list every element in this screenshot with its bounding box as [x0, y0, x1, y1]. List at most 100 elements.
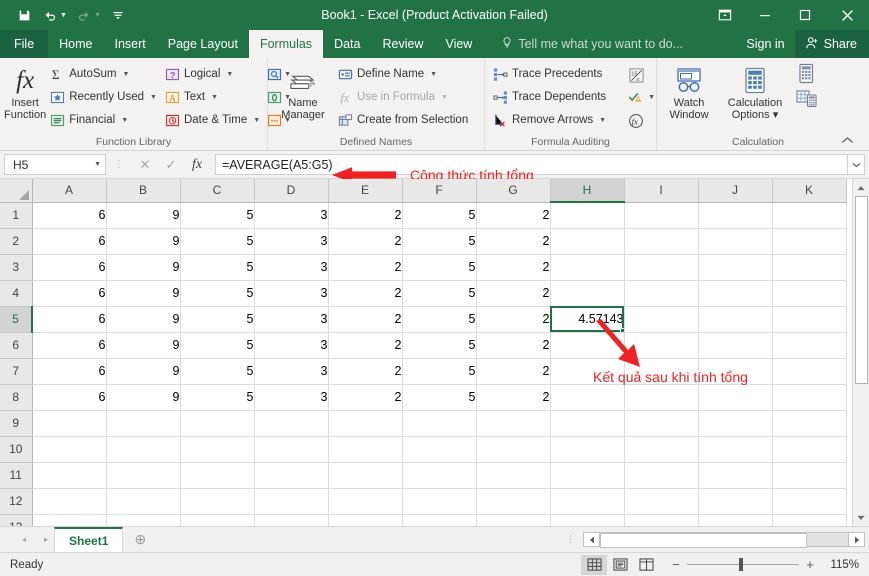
zoom-control[interactable]: − +	[659, 557, 821, 572]
cell-D11[interactable]	[254, 462, 329, 489]
cell-H1[interactable]	[550, 202, 625, 229]
cell-K2[interactable]	[772, 228, 847, 255]
column-header-G[interactable]: G	[476, 179, 551, 203]
logical-caret[interactable]: ▼	[226, 71, 233, 78]
cell-I9[interactable]	[624, 410, 699, 437]
customize-quick-access-icon[interactable]	[106, 4, 130, 26]
define-name-button[interactable]: Define Name ▼	[334, 63, 472, 85]
column-header-I[interactable]: I	[624, 179, 699, 203]
page-break-preview-button[interactable]	[633, 555, 659, 575]
column-header-E[interactable]: E	[328, 179, 403, 203]
calculate-sheet-button[interactable]	[793, 89, 821, 111]
cell-H13[interactable]	[550, 514, 625, 526]
vertical-scroll-thumb[interactable]	[854, 196, 868, 384]
cell-K5[interactable]	[772, 306, 847, 333]
cell-K4[interactable]	[772, 280, 847, 307]
cell-C6[interactable]: 5	[180, 332, 255, 359]
cell-C1[interactable]: 5	[180, 202, 255, 229]
cell-K8[interactable]	[772, 384, 847, 411]
cell-C4[interactable]: 5	[180, 280, 255, 307]
redo-icon[interactable]	[72, 4, 96, 26]
horizontal-scrollbar[interactable]	[583, 527, 869, 552]
cell-H2[interactable]	[550, 228, 625, 255]
ribbon-display-options-icon[interactable]	[705, 0, 745, 30]
date-time-button[interactable]: Date & Time ▼	[161, 109, 264, 131]
trace-precedents-button[interactable]: Trace Precedents	[489, 63, 623, 85]
cell-J1[interactable]	[698, 202, 773, 229]
scroll-right-icon[interactable]	[848, 532, 865, 547]
cell-A1[interactable]: 6	[32, 202, 107, 229]
undo-icon[interactable]	[38, 4, 62, 26]
cell-B3[interactable]: 9	[106, 254, 181, 281]
cell-E5[interactable]: 2	[328, 306, 403, 333]
cell-D12[interactable]	[254, 488, 329, 515]
cell-J10[interactable]	[698, 436, 773, 463]
create-from-selection-button[interactable]: Create from Selection	[334, 109, 472, 131]
remove-arrows-caret[interactable]: ▼	[599, 117, 606, 124]
cell-B1[interactable]: 9	[106, 202, 181, 229]
cell-F7[interactable]: 5	[402, 358, 477, 385]
recently-used-caret[interactable]: ▼	[150, 94, 157, 101]
cell-J8[interactable]	[698, 384, 773, 411]
logical-button[interactable]: ? Logical ▼	[161, 63, 264, 85]
cell-B11[interactable]	[106, 462, 181, 489]
cell-K13[interactable]	[772, 514, 847, 526]
cell-H8[interactable]	[550, 384, 625, 411]
cell-C13[interactable]	[180, 514, 255, 526]
row-header-5[interactable]: 5	[0, 306, 33, 333]
cell-F13[interactable]	[402, 514, 477, 526]
row-header-6[interactable]: 6	[0, 332, 33, 359]
recently-used-button[interactable]: Recently Used ▼	[46, 86, 161, 108]
cell-I4[interactable]	[624, 280, 699, 307]
row-header-4[interactable]: 4	[0, 280, 33, 307]
cell-K3[interactable]	[772, 254, 847, 281]
cell-E2[interactable]: 2	[328, 228, 403, 255]
cell-A2[interactable]: 6	[32, 228, 107, 255]
row-header-2[interactable]: 2	[0, 228, 33, 255]
row-header-9[interactable]: 9	[0, 410, 33, 437]
calculate-now-button[interactable]	[793, 63, 821, 87]
insert-function-button[interactable]: fx Insert Function	[4, 61, 46, 121]
cell-G6[interactable]: 2	[476, 332, 551, 359]
cell-F3[interactable]: 5	[402, 254, 477, 281]
cell-I13[interactable]	[624, 514, 699, 526]
cell-A7[interactable]: 6	[32, 358, 107, 385]
cell-D3[interactable]: 3	[254, 254, 329, 281]
cell-G3[interactable]: 2	[476, 254, 551, 281]
row-header-3[interactable]: 3	[0, 254, 33, 281]
column-header-A[interactable]: A	[32, 179, 107, 203]
cell-J6[interactable]	[698, 332, 773, 359]
cell-B2[interactable]: 9	[106, 228, 181, 255]
cell-H5[interactable]: 4.57143	[550, 306, 625, 333]
zoom-level-label[interactable]: 115%	[821, 559, 863, 571]
cell-B10[interactable]	[106, 436, 181, 463]
cell-F10[interactable]	[402, 436, 477, 463]
cell-F6[interactable]: 5	[402, 332, 477, 359]
cell-E12[interactable]	[328, 488, 403, 515]
row-header-11[interactable]: 11	[0, 462, 33, 489]
define-name-caret[interactable]: ▼	[430, 71, 437, 78]
cell-C7[interactable]: 5	[180, 358, 255, 385]
tab-file[interactable]: File	[0, 30, 49, 58]
cell-C11[interactable]	[180, 462, 255, 489]
text-caret[interactable]: ▼	[211, 94, 218, 101]
cell-F2[interactable]: 5	[402, 228, 477, 255]
autosum-button[interactable]: Σ AutoSum ▼	[46, 63, 161, 85]
cell-I6[interactable]	[624, 332, 699, 359]
cell-B6[interactable]: 9	[106, 332, 181, 359]
cell-G2[interactable]: 2	[476, 228, 551, 255]
cell-D2[interactable]: 3	[254, 228, 329, 255]
use-in-formula-caret[interactable]: ▼	[441, 94, 448, 101]
cell-G7[interactable]: 2	[476, 358, 551, 385]
tab-formulas[interactable]: Formulas	[248, 30, 324, 58]
cell-G10[interactable]	[476, 436, 551, 463]
cell-K1[interactable]	[772, 202, 847, 229]
cell-C8[interactable]: 5	[180, 384, 255, 411]
cell-F12[interactable]	[402, 488, 477, 515]
cell-J11[interactable]	[698, 462, 773, 489]
cell-E3[interactable]: 2	[328, 254, 403, 281]
cell-I12[interactable]	[624, 488, 699, 515]
row-header-10[interactable]: 10	[0, 436, 33, 463]
cell-D6[interactable]: 3	[254, 332, 329, 359]
column-header-J[interactable]: J	[698, 179, 773, 203]
